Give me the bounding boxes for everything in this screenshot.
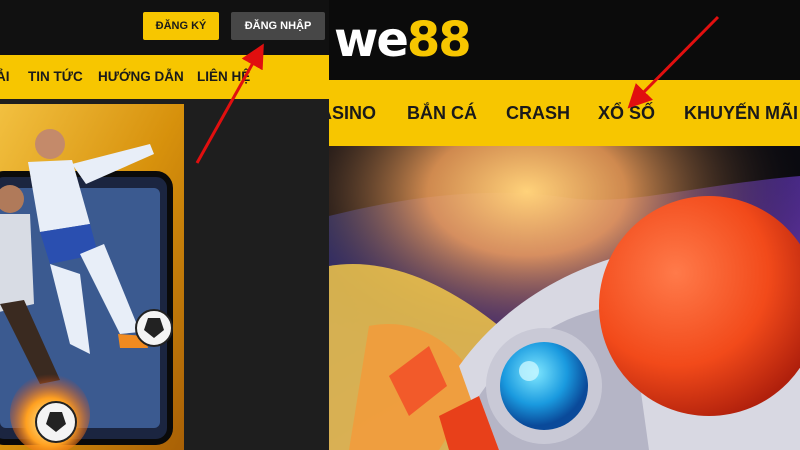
football-player-promo-image[interactable] [0, 104, 184, 450]
nav-item-casino[interactable]: ASINO [329, 80, 376, 146]
we88-logo[interactable]: we88 [334, 8, 472, 72]
main-nav-bar: ASINO BẮN CÁ CRASH XỔ SỐ KHUYẾN MÃI [329, 80, 800, 146]
nav-item-huong-dan[interactable]: HƯỚNG DẪN [98, 55, 184, 99]
logo-text-we: we [334, 12, 409, 68]
crash-rocket-banner-image[interactable] [329, 146, 800, 450]
left-nav-bar: ẢI TIN TỨC HƯỚNG DẪN LIÊN HỆ [0, 55, 329, 99]
left-header: ĐĂNG KÝ ĐĂNG NHẬP [0, 0, 329, 55]
nav-item-ban-ca[interactable]: BẮN CÁ [407, 80, 477, 146]
register-button[interactable]: ĐĂNG KÝ [143, 12, 219, 40]
nav-item-khuyen-mai-partial[interactable]: ẢI [0, 55, 10, 99]
nav-item-tin-tuc[interactable]: TIN TỨC [28, 55, 83, 99]
nav-item-crash[interactable]: CRASH [506, 80, 570, 146]
login-button[interactable]: ĐĂNG NHẬP [231, 12, 325, 40]
nav-item-lien-he[interactable]: LIÊN HỆ [197, 55, 250, 99]
nav-item-xo-so[interactable]: XỔ SỐ [598, 80, 655, 146]
logo-text-88: 88 [406, 12, 472, 68]
nav-item-khuyen-mai[interactable]: KHUYẾN MÃI [684, 80, 798, 146]
